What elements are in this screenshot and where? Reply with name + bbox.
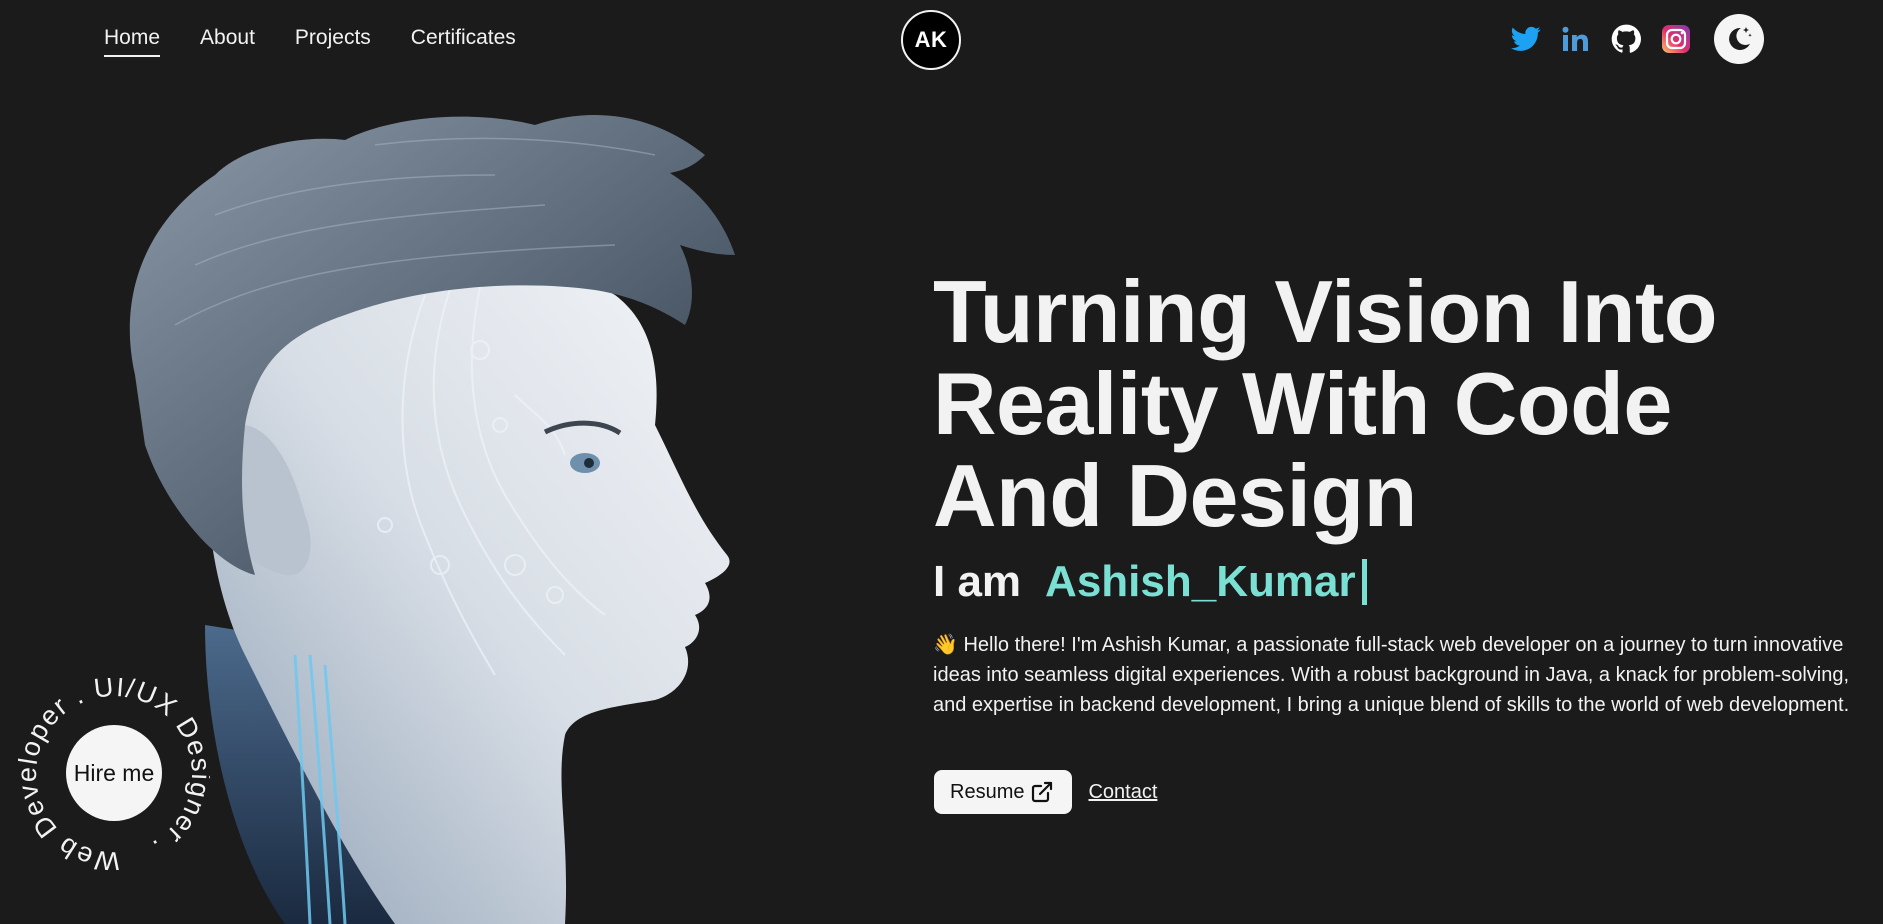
twitter-icon[interactable] (1510, 23, 1542, 55)
nav-certificates[interactable]: Certificates (411, 26, 516, 57)
moon-icon (1729, 27, 1752, 50)
hero-bio: 👋 Hello there! I'm Ashish Kumar, a passi… (933, 634, 1850, 716)
hire-me-button[interactable]: Hire me (66, 725, 162, 821)
typed-name: Ashish_Kumar (1045, 557, 1356, 606)
typing-caret (1361, 559, 1367, 605)
instagram-icon[interactable] (1660, 23, 1692, 55)
theme-toggle-button[interactable] (1714, 14, 1764, 64)
resume-button[interactable]: Resume (934, 770, 1073, 814)
intro-prefix: I am (933, 557, 1022, 606)
nav-home[interactable]: Home (104, 26, 161, 57)
nav-projects[interactable]: Projects (295, 26, 371, 57)
main-nav: Home About Projects Certificates (104, 26, 516, 57)
external-link-icon (1032, 781, 1053, 803)
logo-badge[interactable]: AK (901, 10, 961, 70)
linkedin-icon[interactable] (1560, 23, 1592, 55)
hero-headline: Turning Vision Into Reality With Code An… (933, 262, 1718, 545)
contact-link[interactable]: Contact (1088, 781, 1157, 804)
nav-about[interactable]: About (200, 26, 255, 57)
social-links (1510, 14, 1764, 64)
hero-actions: Resume Contact (934, 770, 1157, 814)
typed-intro: I am Ashish_Kumar (933, 557, 1367, 607)
resume-label: Resume (950, 780, 1025, 803)
github-icon[interactable] (1610, 23, 1642, 55)
